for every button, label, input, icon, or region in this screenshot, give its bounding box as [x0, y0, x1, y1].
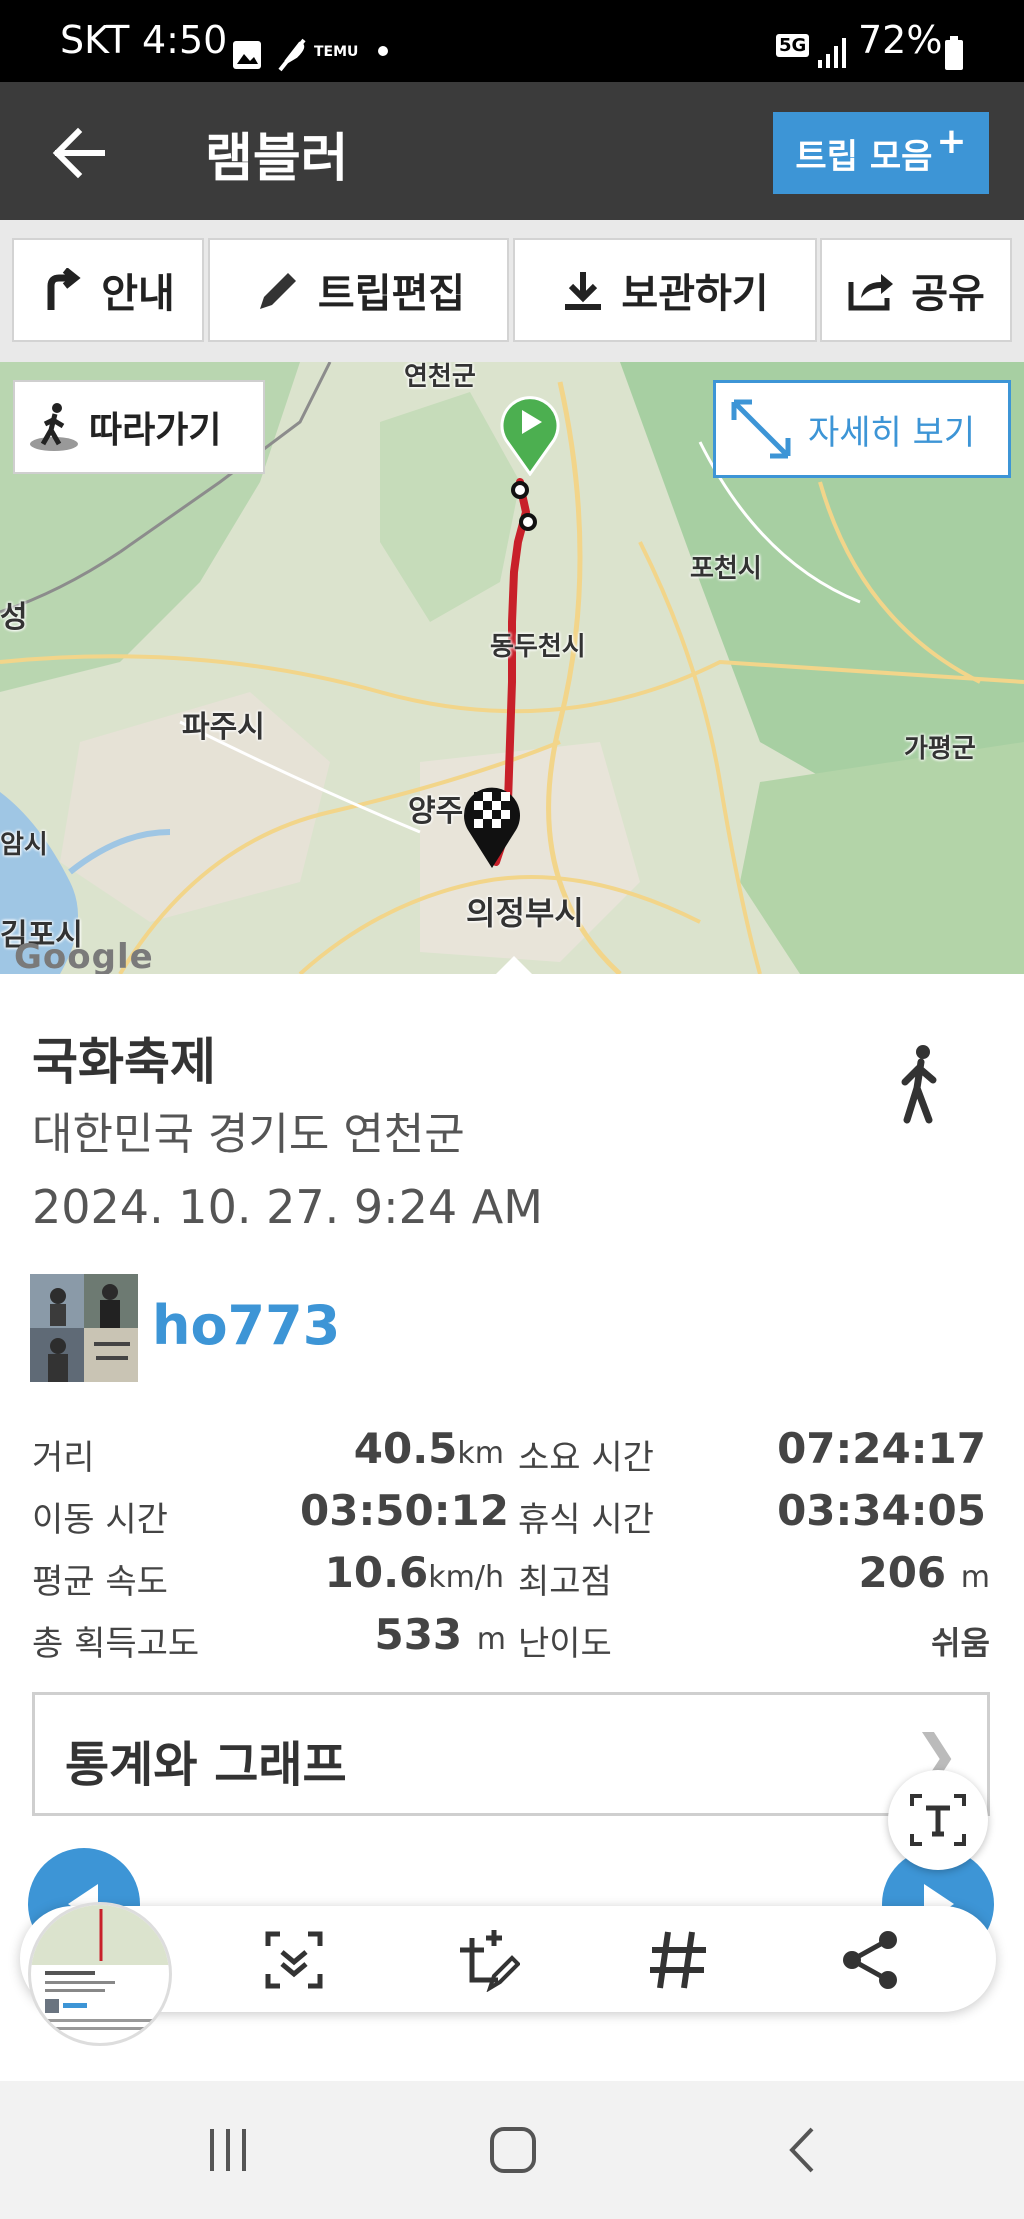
hiker-icon: [30, 403, 78, 451]
max-altitude-value: 206 m: [700, 1548, 990, 1597]
turn-right-icon: [47, 268, 81, 310]
max-altitude-label: 최고점: [518, 1562, 612, 1602]
text-extract-icon: [910, 1794, 966, 1846]
back-arrow-icon[interactable]: [52, 126, 106, 180]
detail-view-button[interactable]: 자세히 보기: [713, 380, 1011, 478]
map-label: 연천군: [404, 362, 476, 392]
clock: 4:50: [142, 18, 228, 62]
stats-graph-row[interactable]: 통계와 그래프 ❯: [32, 1692, 990, 1816]
pencil-icon: [259, 273, 296, 309]
share-button[interactable]: 공유: [820, 238, 1012, 342]
duration-value: 07:24:17: [777, 1424, 986, 1473]
route-map[interactable]: 연천군 포천시 동두천시 파주시 양주 의정부시 가평군 성 암시 김포시 따라…: [0, 362, 1024, 974]
avg-speed-number: 10.6: [324, 1548, 429, 1597]
follow-button[interactable]: 따라가기: [13, 380, 265, 474]
trip-title: 국화축제: [32, 1033, 216, 1091]
feather-icon: [278, 38, 306, 72]
expand-icon: [731, 399, 791, 459]
moving-time-label: 이동 시간: [32, 1500, 168, 1540]
rest-time-value: 03:34:05: [777, 1486, 986, 1535]
map-pointer-notch: [494, 956, 534, 976]
carrier: SKT: [60, 18, 130, 62]
distance-number: 40.5: [353, 1424, 458, 1473]
home-icon[interactable]: [488, 2125, 538, 2175]
trip-location: 대한민국 경기도 연천군: [32, 1109, 465, 1160]
edit-crop-icon[interactable]: [450, 1928, 520, 1992]
scan-icon[interactable]: [262, 1928, 326, 1992]
more-notifications-dot: [378, 46, 388, 56]
hashtag-icon[interactable]: [646, 1928, 710, 1992]
download-icon: [565, 272, 602, 310]
back-nav-icon[interactable]: [782, 2125, 822, 2175]
elevation-gain-label: 총 획득고도: [32, 1624, 200, 1664]
trip-edit-label: 트립편집: [317, 271, 466, 317]
elevation-gain-number: 533: [374, 1610, 463, 1659]
google-attribution: Google: [14, 937, 154, 974]
avg-speed-unit: km/h: [428, 1560, 504, 1595]
difficulty-label: 난이도: [518, 1624, 612, 1664]
save-label: 보관하기: [621, 271, 769, 317]
distance-value: 40.5km: [300, 1424, 504, 1473]
temu-notif: TEMU: [314, 44, 359, 60]
username-link[interactable]: ho773: [152, 1294, 340, 1357]
distance-label: 거리: [32, 1438, 95, 1478]
recent-apps-icon[interactable]: [204, 2125, 252, 2175]
map-label: 파주시: [182, 710, 265, 745]
app-header: 램블러 트립 모음 +: [0, 82, 1024, 220]
status-bar: SKT 4:50 TEMU 5G 72%: [0, 0, 1024, 82]
map-label: 암시: [0, 830, 48, 860]
walking-icon: [901, 1045, 937, 1124]
map-label: 의정부시: [466, 894, 584, 932]
elevation-gain-unit: m: [476, 1622, 506, 1657]
follow-label: 따라가기: [89, 410, 222, 451]
network-badge: 5G: [776, 34, 810, 57]
plus-icon: +: [936, 120, 967, 162]
thumbnail-preview: [31, 1905, 169, 2030]
text-extract-button[interactable]: [888, 1770, 988, 1870]
map-label: 포천시: [690, 554, 762, 584]
stats-graph-label: 통계와 그래프: [65, 1737, 347, 1793]
map-label: 가평군: [904, 734, 976, 764]
trip-date: 2024. 10. 27. 9:24 AM: [32, 1180, 543, 1234]
max-altitude-unit: m: [960, 1560, 990, 1595]
trip-edit-button[interactable]: 트립편집: [208, 238, 509, 342]
action-toolbar: 안내 트립편집 보관하기 공유: [0, 220, 1024, 362]
avg-speed-label: 평균 속도: [32, 1562, 168, 1602]
difficulty-value: 쉬움: [931, 1624, 990, 1662]
guide-button[interactable]: 안내: [12, 238, 204, 342]
max-altitude-number: 206: [858, 1548, 947, 1597]
finish-flag-pin-icon[interactable]: [460, 780, 524, 870]
distance-unit: km: [457, 1436, 504, 1471]
gallery-icon: [233, 41, 261, 69]
signal-icon: [818, 38, 846, 68]
save-button[interactable]: 보관하기: [513, 238, 817, 342]
avg-speed-value: 10.6km/h: [300, 1548, 504, 1597]
trip-collection-label: 트립 모음: [795, 136, 933, 177]
page-title: 램블러: [205, 129, 349, 189]
elevation-gain-value: 533 m: [300, 1610, 506, 1659]
system-nav-bar: [0, 2081, 1024, 2219]
user-avatar[interactable]: [30, 1274, 138, 1382]
start-pin-icon[interactable]: [498, 392, 562, 476]
moving-time-value: 03:50:12: [300, 1486, 509, 1535]
detail-view-label: 자세히 보기: [808, 412, 976, 453]
screenshot-thumbnail[interactable]: [28, 1902, 172, 2046]
share-arrow-icon: [848, 274, 894, 311]
battery-icon: [945, 36, 963, 70]
guide-label: 안내: [101, 271, 175, 317]
trip-collection-button[interactable]: 트립 모음 +: [773, 112, 989, 194]
smart-select-bar: [20, 1902, 996, 2046]
map-label: 성: [0, 600, 28, 635]
rest-time-label: 휴식 시간: [518, 1500, 654, 1540]
avatar-photo-collage: [30, 1274, 138, 1382]
duration-label: 소요 시간: [518, 1438, 654, 1478]
share-icon[interactable]: [838, 1928, 902, 1992]
map-label: 동두천시: [490, 632, 586, 662]
share-label: 공유: [911, 271, 985, 317]
map-label: 양주: [408, 794, 464, 829]
battery-percent: 72%: [858, 18, 943, 62]
